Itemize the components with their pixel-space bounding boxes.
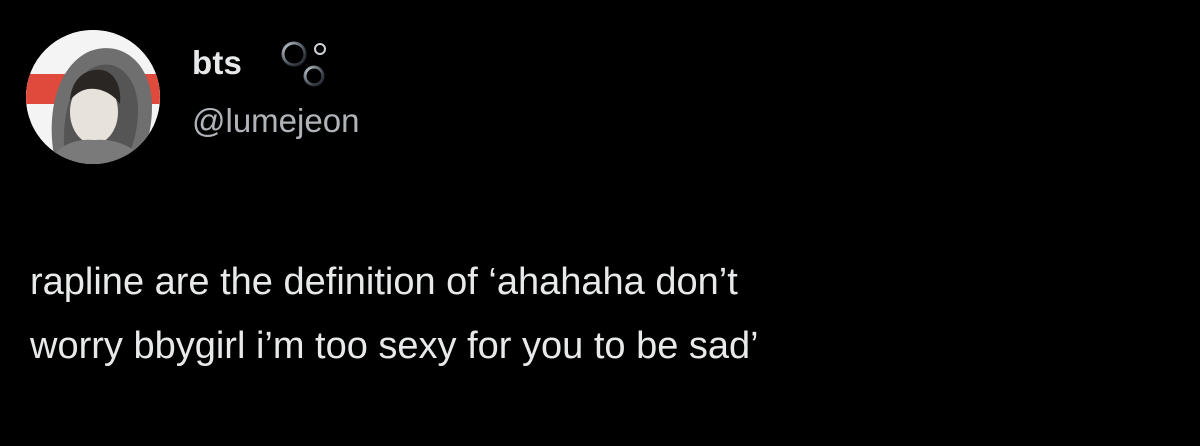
tweet-text-line: worry bbygirl i’m too sexy for you to be… bbox=[30, 325, 759, 367]
bubbles-icon bbox=[281, 41, 326, 87]
tweet-card: bts @lumejeon rapline are the definition… bbox=[0, 0, 1200, 446]
tweet-text-line: rapline are the definition of ‘ahahaha d… bbox=[30, 261, 738, 303]
avatar[interactable] bbox=[26, 30, 160, 164]
avatar-image bbox=[26, 30, 160, 164]
user-handle[interactable]: @lumejeon bbox=[192, 102, 359, 140]
tweet-text: rapline are the definition of ‘ahahaha d… bbox=[30, 250, 1150, 378]
display-name[interactable]: bts bbox=[192, 44, 242, 82]
